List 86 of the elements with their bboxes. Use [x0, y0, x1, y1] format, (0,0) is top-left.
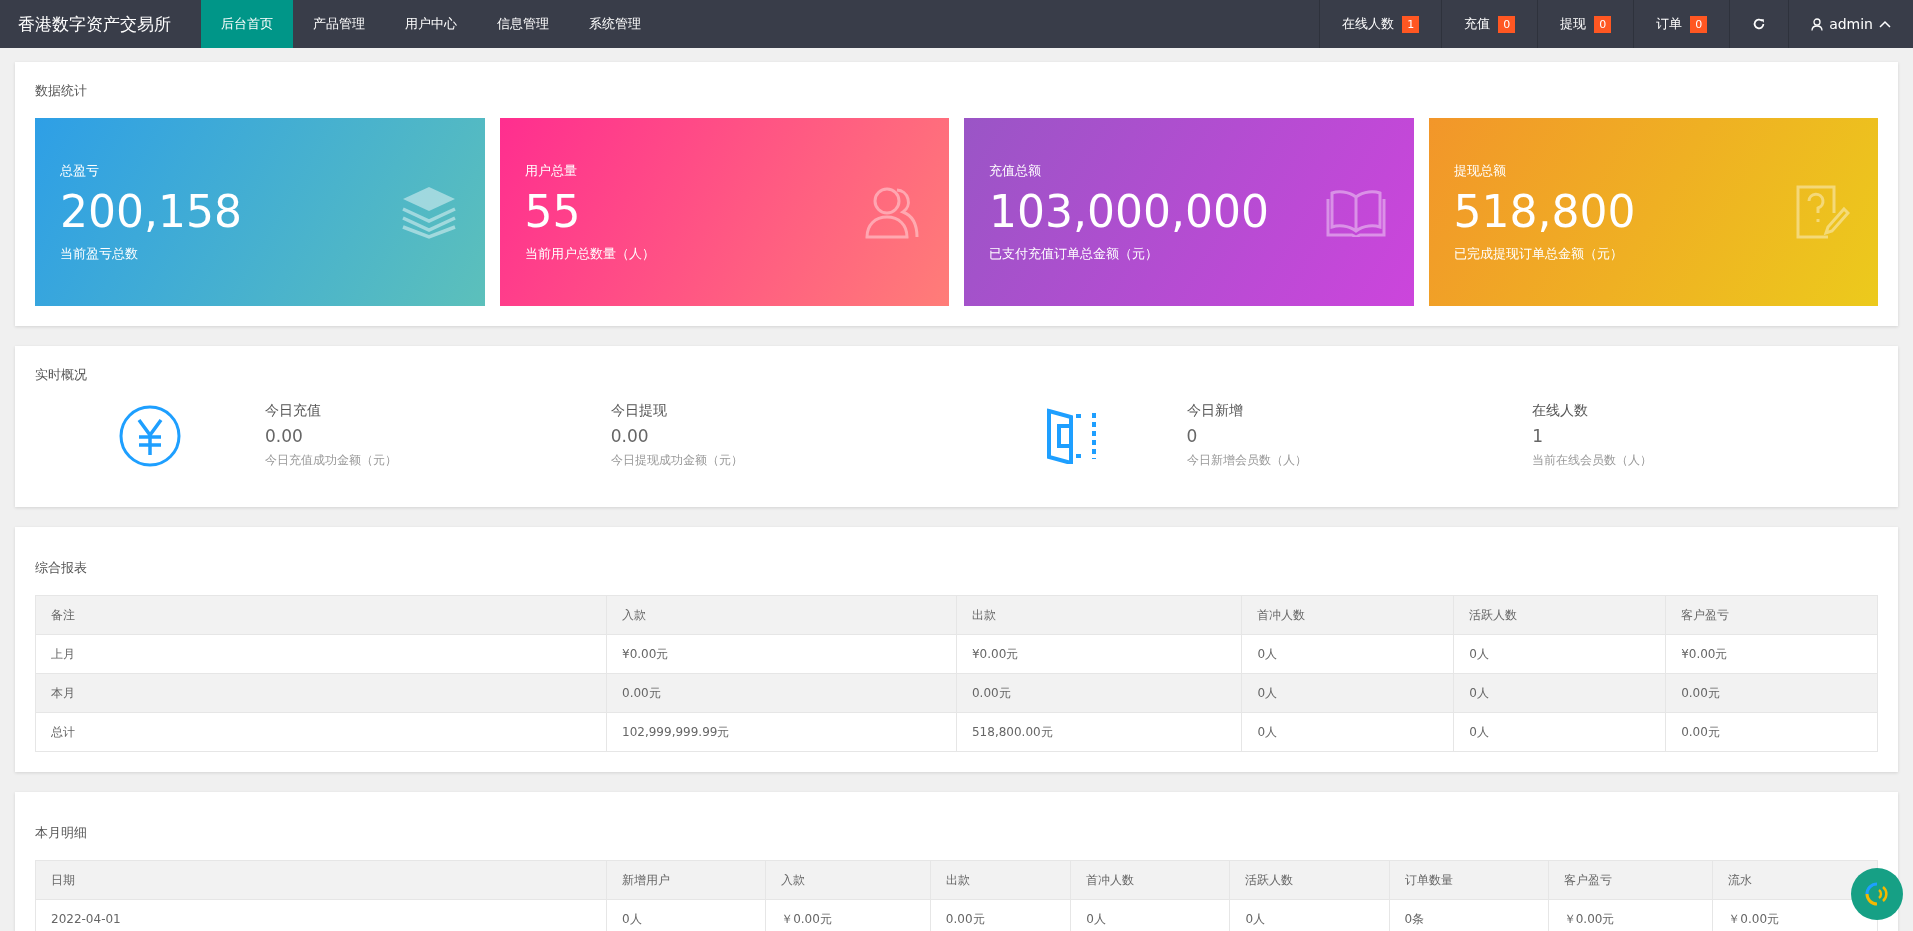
- nav-tab[interactable]: 系统管理: [569, 0, 661, 48]
- table-cell: 518,800.00元: [956, 712, 1242, 752]
- metric-note: 当前在线会员数（人）: [1532, 452, 1654, 469]
- site-title: 香港数字资产交易所: [17, 12, 172, 36]
- nav-tab[interactable]: 后台首页: [201, 0, 293, 48]
- column-header: 客户盈亏: [1665, 595, 1878, 635]
- count-badge: 0: [1498, 15, 1516, 33]
- stat-value: 200,158: [60, 185, 242, 237]
- column-header: 活跃人数: [1229, 860, 1390, 900]
- metric-label: 今日新增: [1186, 402, 1244, 420]
- stat-note: 当前盈亏总数: [60, 244, 139, 263]
- column-header: 出款: [930, 860, 1071, 900]
- stat-note: 已支付充值订单总金额（元）: [989, 244, 1159, 263]
- table-cell: 102,999,999.99元: [606, 712, 957, 752]
- stat-label: 提现总额: [1453, 161, 1507, 180]
- yen-icon: [119, 404, 181, 467]
- metric-value: 0.00: [265, 426, 304, 446]
- caret-icon[interactable]: [1879, 20, 1891, 28]
- stat-note: 已完成提现订单总金额（元）: [1453, 244, 1624, 263]
- table-cell: 上月: [35, 634, 607, 674]
- table-cell: 0人: [1453, 673, 1666, 713]
- metric-value: 1: [1532, 426, 1545, 446]
- count-badge: 1: [1402, 15, 1420, 33]
- stat-value: 518,800: [1453, 185, 1636, 237]
- metric-label: 在线人数: [1532, 402, 1590, 420]
- users-icon: [865, 185, 921, 239]
- sound-icon: [1864, 881, 1890, 907]
- stat-label: 总盈亏: [60, 161, 100, 180]
- column-header: 出款: [956, 595, 1242, 635]
- column-header: 首冲人数: [1070, 860, 1230, 900]
- metric-label: 今日提现: [610, 402, 668, 420]
- table-cell: ¥0.00元: [956, 634, 1242, 674]
- nav-tab[interactable]: 用户中心: [385, 0, 477, 48]
- user-name[interactable]: admin: [1829, 16, 1873, 32]
- stat-label: 用户总量: [524, 161, 578, 180]
- panel-title: 综合报表: [35, 559, 88, 577]
- column-header: 入款: [765, 860, 931, 900]
- table-cell: 2022-04-01: [35, 899, 607, 931]
- refresh-icon[interactable]: [1752, 17, 1767, 31]
- table-cell: 总计: [35, 712, 607, 752]
- counter-label[interactable]: 提现: [1560, 15, 1587, 33]
- stat-value: 103,000,000: [989, 185, 1269, 237]
- metric-label: 今日充值: [265, 402, 322, 420]
- question-edit-icon: [1794, 183, 1850, 241]
- counter-label[interactable]: 充值: [1464, 15, 1491, 33]
- table-cell: 0人: [1242, 712, 1454, 752]
- table-cell: 本月: [35, 673, 607, 713]
- stat-label: 充值总额: [989, 161, 1042, 180]
- door-icon: [1045, 407, 1098, 464]
- metric-note: 今日新增会员数（人）: [1186, 452, 1308, 469]
- panel-title: 数据统计: [35, 82, 88, 100]
- counter-label[interactable]: 在线人数: [1342, 15, 1395, 33]
- stat-value: 55: [524, 185, 582, 237]
- metric-value: 0.00: [610, 426, 650, 446]
- table-cell: 0人: [1242, 673, 1454, 713]
- column-header: 备注: [35, 595, 607, 635]
- column-header: 新增用户: [606, 860, 766, 900]
- metric-note: 今日提现成功金额（元）: [610, 452, 744, 469]
- column-header: 客户盈亏: [1548, 860, 1713, 900]
- table-cell: ¥0.00元: [606, 634, 957, 674]
- table-cell: 0人: [1453, 634, 1666, 674]
- column-header: 日期: [35, 860, 607, 900]
- table-cell: ¥0.00元: [1665, 634, 1878, 674]
- table-cell: 0.00元: [956, 673, 1242, 713]
- panel-title: 本月明细: [35, 824, 88, 842]
- table-cell: 0.00元: [1665, 712, 1878, 752]
- metric-value: 0: [1186, 426, 1199, 446]
- table-cell: 0.00元: [1665, 673, 1878, 713]
- table-cell: 0人: [1242, 634, 1454, 674]
- column-header: 活跃人数: [1453, 595, 1666, 635]
- column-header: 订单数量: [1389, 860, 1549, 900]
- count-badge: 0: [1594, 15, 1612, 33]
- metric-note: 今日充值成功金额（元）: [265, 452, 398, 469]
- column-header: 首冲人数: [1242, 595, 1454, 635]
- counter-label[interactable]: 订单: [1656, 15, 1683, 33]
- nav-tab[interactable]: 产品管理: [293, 0, 385, 48]
- book-icon: [1325, 187, 1386, 237]
- nav-tab[interactable]: 信息管理: [477, 0, 569, 48]
- table-cell: 0人: [1453, 712, 1666, 752]
- panel-title: 实时概况: [35, 366, 88, 384]
- column-header: 入款: [606, 595, 957, 635]
- user-icon: [1811, 17, 1824, 31]
- count-badge: 0: [1690, 15, 1708, 33]
- layers-icon: [400, 185, 457, 239]
- stat-note: 当前用户总数量（人）: [524, 244, 655, 263]
- table-cell: 0.00元: [606, 673, 957, 713]
